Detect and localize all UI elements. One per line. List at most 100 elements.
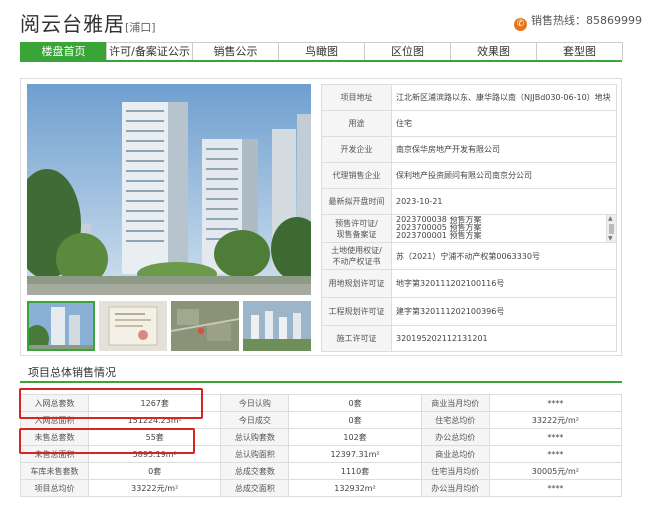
- scroll-down-icon[interactable]: ▼: [608, 235, 613, 242]
- tab-location-map[interactable]: 区位图: [364, 42, 451, 60]
- sales-hotline: ✆ 销售热线：85869999: [514, 12, 642, 31]
- stats-value: 1267套: [88, 394, 222, 412]
- stats-value: 30005元/m²: [488, 462, 623, 480]
- info-row: 开发企业 南京保华房地产开发有限公司: [321, 136, 617, 163]
- stats-label: 入网总面积: [19, 411, 90, 429]
- agent-value: 保利地产投资顾问有限公司南京分公司: [391, 162, 617, 189]
- tab-aerial-view[interactable]: 鸟瞰图: [278, 42, 365, 60]
- tab-floor-plans[interactable]: 套型图: [536, 42, 623, 60]
- info-row: 最新拟开盘时间 2023-10-21: [321, 188, 617, 215]
- district-tag: [浦口]: [125, 21, 156, 34]
- presale-label-line2: 现售备案证: [336, 229, 377, 239]
- presale-item: 2023700001 预售方案: [396, 230, 482, 240]
- stats-value: 151224.23m²: [88, 411, 222, 429]
- stats-label: 商业当月均价: [420, 394, 490, 412]
- info-row: 项目地址 江北新区浦滨路以东、康华路以南（NJJBd030-06-10）地块: [321, 84, 617, 111]
- stats-row: 车库未售套数 0套 总成交套数 1110套 住宅当月均价 30005元/m²: [19, 462, 623, 480]
- stats-value: 33222元/m²: [488, 411, 623, 429]
- thumbnail-rendering[interactable]: [27, 301, 95, 351]
- land-plan-value: 地字第320111202100116号: [391, 269, 617, 298]
- info-row: 工程规划许可证 建字第320111202100396号: [321, 297, 617, 326]
- land-label-line2: 不动产权证书: [332, 257, 381, 266]
- stats-value: 0套: [88, 462, 222, 480]
- stats-row: 项目总均价 33222元/m² 总成交面积 132932m² 办公当月均价 ****: [19, 479, 623, 497]
- stats-label: 车库未售套数: [19, 462, 90, 480]
- construction-value: 320195202112131201: [391, 325, 617, 352]
- stats-label: 商业总均价: [420, 445, 490, 463]
- land-value: 苏（2021）宁浦不动产权第0063330号: [391, 242, 617, 270]
- open-date-value: 2023-10-21: [391, 188, 617, 215]
- stats-value: 55套: [88, 428, 222, 446]
- tab-permits[interactable]: 许可/备案证公示: [106, 42, 193, 60]
- stats-label: 总认购套数: [220, 428, 290, 446]
- stats-value: 5895.19m²: [88, 445, 222, 463]
- stats-value: ****: [488, 428, 623, 446]
- main-rendering-image: [27, 84, 311, 295]
- stats-label: 今日认购: [220, 394, 290, 412]
- stats-label: 未售总套数: [19, 428, 90, 446]
- sales-stats-table: 入网总套数 1267套 今日认购 0套 商业当月均价 **** 入网总面积 151224.23…: [19, 394, 623, 497]
- land-label-line1: 土地使用权证/: [331, 246, 382, 255]
- address-label: 项目地址: [321, 84, 392, 111]
- info-row: 代理销售企业 保利地产投资顾问有限公司南京分公司: [321, 162, 617, 189]
- info-row: 用地规划许可证 地字第320111202100116号: [321, 269, 617, 298]
- sales-section-title: 项目总体销售情况: [20, 361, 622, 383]
- tab-renderings[interactable]: 效果图: [450, 42, 537, 60]
- construction-label: 施工许可证: [321, 325, 392, 352]
- project-info-table: 项目地址 江北新区浦滨路以东、康华路以南（NJJBd030-06-10）地块 用…: [321, 84, 617, 352]
- stats-value: 132932m²: [288, 479, 422, 497]
- stats-label: 总成交套数: [220, 462, 290, 480]
- section-title-text: 项目总体销售情况: [28, 366, 116, 379]
- section-title-underline: [20, 381, 120, 383]
- page-header: 阅云台雅居[浦口] ✆ 销售热线：85869999: [20, 6, 642, 36]
- usage-value: 住宅: [391, 110, 617, 137]
- phone-icon: ✆: [514, 18, 527, 31]
- scroll-thumb[interactable]: [609, 224, 614, 234]
- developer-label: 开发企业: [321, 136, 392, 163]
- thumbnail-aerial[interactable]: [171, 301, 239, 351]
- stats-label: 总认购面积: [220, 445, 290, 463]
- info-row: 用途 住宅: [321, 110, 617, 137]
- stats-value: ****: [488, 445, 623, 463]
- open-date-label: 最新拟开盘时间: [321, 188, 392, 215]
- presale-label-line1: 预售许可证/: [335, 218, 378, 228]
- stats-row: 入网总面积 151224.23m² 今日成交 0套 住宅总均价 33222元/m²: [19, 411, 623, 429]
- stats-row: 未售总面积 5895.19m² 总认购面积 12397.31m² 商业总均价 ****: [19, 445, 623, 463]
- stats-value: 12397.31m²: [288, 445, 422, 463]
- tab-sales-notice[interactable]: 销售公示: [192, 42, 279, 60]
- stats-value: 0套: [288, 411, 422, 429]
- presale-list: 2023700038 预售方案 2023700005 预售方案 20237000…: [391, 214, 617, 243]
- project-name: 阅云台雅居: [20, 12, 125, 36]
- presale-scrollbar[interactable]: ▲ ▼: [606, 215, 616, 242]
- land-plan-label: 用地规划许可证: [321, 269, 392, 298]
- build-plan-value: 建字第320111202100396号: [391, 297, 617, 326]
- address-value: 江北新区浦滨路以东、康华路以南（NJJBd030-06-10）地块: [391, 84, 617, 111]
- stats-value: ****: [488, 479, 623, 497]
- thumbnail-certificate[interactable]: [99, 301, 167, 351]
- stats-label: 入网总套数: [19, 394, 90, 412]
- tab-bar: 楼盘首页 许可/备案证公示 销售公示 鸟瞰图 区位图 效果图 套型图: [20, 42, 623, 62]
- thumbnail-strip: [27, 301, 311, 351]
- stats-value: ****: [488, 394, 623, 412]
- stats-value: 33222元/m²: [88, 479, 222, 497]
- stats-label: 住宅总均价: [420, 411, 490, 429]
- hotline-number: 85869999: [586, 14, 642, 27]
- project-title: 阅云台雅居[浦口]: [20, 8, 156, 37]
- info-row: 施工许可证 320195202112131201: [321, 325, 617, 352]
- stats-label: 项目总均价: [19, 479, 90, 497]
- info-row: 土地使用权证/不动产权证书 苏（2021）宁浦不动产权第0063330号: [321, 242, 617, 270]
- stats-label: 办公当月均价: [420, 479, 490, 497]
- stats-label: 今日成交: [220, 411, 290, 429]
- stats-value: 0套: [288, 394, 422, 412]
- stats-label: 未售总面积: [19, 445, 90, 463]
- stats-row: 未售总套数 55套 总认购套数 102套 办公总均价 ****: [19, 428, 623, 446]
- build-plan-label: 工程规划许可证: [321, 297, 392, 326]
- usage-label: 用途: [321, 110, 392, 137]
- scroll-up-icon[interactable]: ▲: [608, 215, 613, 222]
- stats-label: 办公总均价: [420, 428, 490, 446]
- tab-home[interactable]: 楼盘首页: [20, 42, 107, 60]
- info-row: 预售许可证/现售备案证 2023700038 预售方案 2023700005 预…: [321, 214, 617, 243]
- stats-value: 1110套: [288, 462, 422, 480]
- project-panel: 项目地址 江北新区浦滨路以东、康华路以南（NJJBd030-06-10）地块 用…: [20, 78, 622, 356]
- thumbnail-overview[interactable]: [243, 301, 311, 351]
